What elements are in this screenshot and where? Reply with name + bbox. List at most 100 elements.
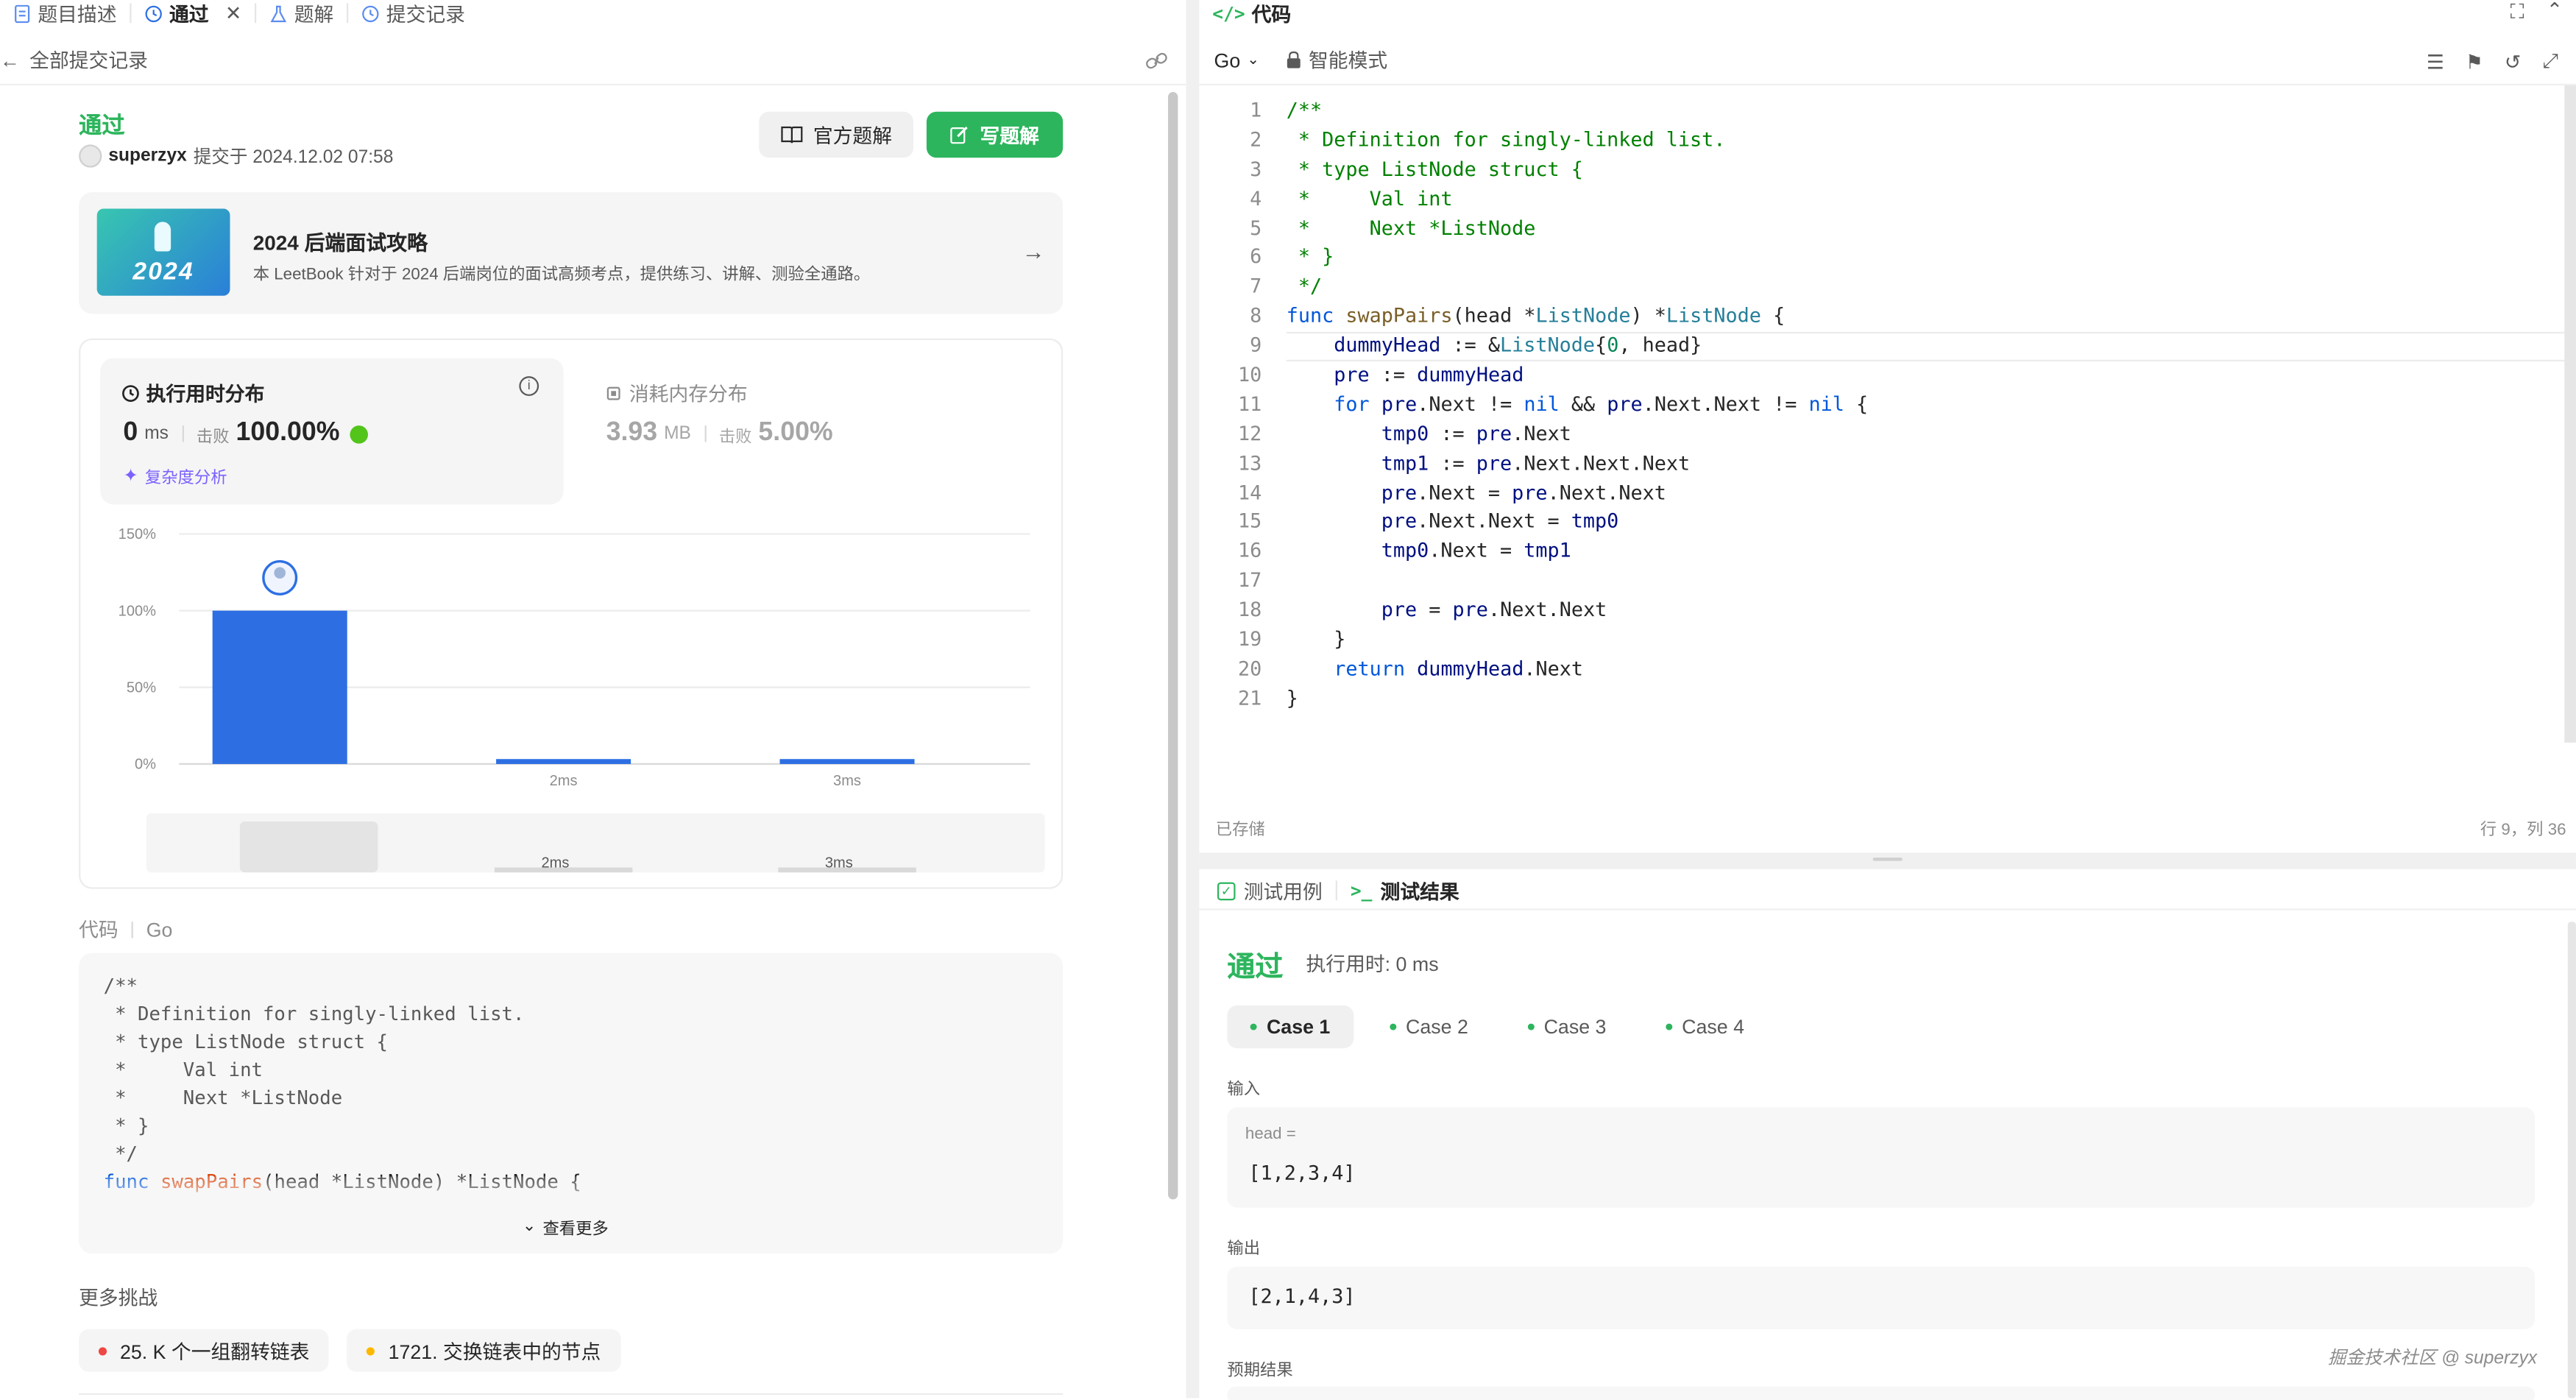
case-label: Case 1: [1266, 1015, 1331, 1039]
code-line[interactable]: 17: [1199, 568, 1868, 597]
tab-testcases[interactable]: ✓ 测试用例: [1217, 877, 1323, 905]
line-text: }: [1286, 686, 1298, 710]
case-tab[interactable]: Case 4: [1643, 1005, 1768, 1048]
editor-scrollbar[interactable]: [2564, 85, 2576, 743]
sprout-icon: [349, 424, 368, 443]
runtime-panel[interactable]: 执行用时分布 i 0 ms 击败 100.00% ✦ 复杂度分析: [100, 358, 564, 505]
runtime-stats: 0 ms 击败 100.00%: [123, 419, 368, 448]
line-text: /**: [1286, 98, 1323, 122]
line-text: tmp0 := pre.Next: [1381, 422, 1571, 445]
result-panel: ✓ 测试用例 >_ 测试结果 通过 执行用时: 0 ms Case 1 Case…: [1199, 869, 2576, 1400]
code-line[interactable]: 19 }: [1199, 626, 1868, 655]
line-number: 3: [1250, 157, 1262, 181]
scrollbar-thumb[interactable]: [1168, 91, 1178, 1200]
more-challenges-label: 更多挑战: [79, 1286, 158, 1309]
maximize-icon[interactable]: ⛶: [2510, 0, 2524, 24]
case-tab[interactable]: Case 2: [1366, 1005, 1491, 1048]
panel-splitter[interactable]: [1186, 0, 1200, 1399]
challenge-label: 25. K 个一组翻转链表: [119, 1340, 310, 1363]
code-line[interactable]: 4 * Val int: [1199, 185, 1868, 214]
result-scrollbar[interactable]: [2567, 922, 2576, 1399]
info-icon[interactable]: i: [519, 376, 539, 396]
line-number: 1: [1250, 98, 1262, 122]
complexity-analysis-link[interactable]: ✦ 复杂度分析: [123, 463, 227, 488]
pass-dot: [1527, 1023, 1535, 1030]
back-arrow-icon[interactable]: ←: [0, 49, 20, 71]
memory-stats: 3.93 MB 击败 5.00%: [606, 419, 833, 448]
line-text: * Next *ListNode: [1286, 216, 1536, 239]
code-line[interactable]: 5 * Next *ListNode: [1199, 214, 1868, 244]
code-line[interactable]: 14 pre.Next = pre.Next.Next: [1199, 479, 1868, 509]
tab-accepted[interactable]: 通过 ✕: [132, 0, 255, 27]
case-tab[interactable]: Case 1: [1227, 1005, 1354, 1049]
write-solution-button[interactable]: 写题解: [926, 111, 1064, 158]
difficulty-dot: [367, 1346, 375, 1355]
chevron-up-icon[interactable]: ⌃: [2547, 0, 2563, 21]
code-line[interactable]: 6 * }: [1199, 244, 1868, 273]
code-line[interactable]: 8 func swapPairs(head *ListNode) *ListNod…: [1199, 303, 1868, 332]
pass-dot: [1665, 1023, 1672, 1030]
tab-result[interactable]: >_ 测试结果: [1351, 877, 1459, 905]
code-line[interactable]: 16 tmp0.Next = tmp1: [1199, 538, 1868, 568]
editor-tab[interactable]: </> 代码: [1212, 0, 1291, 26]
challenge-item[interactable]: 25. K 个一组翻转链表: [79, 1329, 330, 1372]
code-line[interactable]: 7 */: [1199, 273, 1868, 303]
complexity-analysis-label: 复杂度分析: [144, 470, 227, 488]
memory-value: 3.93: [606, 419, 658, 448]
line-number: 16: [1237, 539, 1262, 563]
code-line[interactable]: 10 pre := dummyHead: [1199, 361, 1868, 391]
banner-description: 本 LeetBook 针对于 2024 后端岗位的面试高频考点，提供练习、讲解、…: [252, 266, 871, 285]
code-editor[interactable]: 1 /** 2 * Definition for singly-linked lis…: [1199, 85, 2576, 852]
banner-title: 2024 后端面试攻略: [252, 231, 428, 255]
line-number: 6: [1250, 245, 1262, 269]
leetbook-banner[interactable]: 2024 2024 后端面试攻略 本 LeetBook 针对于 2024 后端岗…: [79, 192, 1064, 314]
left-scrollbar[interactable]: [1167, 85, 1181, 1398]
bookmark-icon[interactable]: ⚑: [2466, 50, 2483, 73]
expand-icon[interactable]: ⤢: [2542, 49, 2558, 74]
tab-description[interactable]: 题目描述: [0, 0, 130, 27]
language-select[interactable]: Go ⌄: [1214, 49, 1260, 71]
horizontal-splitter[interactable]: [1199, 852, 2576, 869]
code-line[interactable]: 11 for pre.Next != nil && pre.Next.Next …: [1199, 391, 1868, 420]
code-line[interactable]: 20 return dummyHead.Next: [1199, 655, 1868, 685]
reset-icon[interactable]: ↺: [2505, 50, 2521, 73]
line-text: pre.Next = pre.Next.Next: [1381, 481, 1666, 504]
code-line[interactable]: 15 pre.Next.Next = tmp0: [1199, 509, 1868, 538]
code-line[interactable]: 13 tmp1 := pre.Next.Next.Next: [1199, 450, 1868, 479]
pass-dot: [1389, 1023, 1396, 1030]
case-tab[interactable]: Case 3: [1504, 1005, 1630, 1048]
tab-submissions[interactable]: 提交记录: [348, 0, 478, 27]
code-line[interactable]: 21}: [1199, 685, 1868, 714]
avatar[interactable]: [79, 144, 102, 168]
memory-beat-label: 击败: [718, 428, 752, 447]
output-field: [2,1,4,3]: [1227, 1266, 2536, 1329]
line-number: 21: [1237, 686, 1262, 710]
username[interactable]: superzyx: [108, 146, 186, 166]
right-panel: </> 代码 ⛶ ⌃ Go ⌄ 智能模式 ☰ ⚑ ↺ ⤢ 1 /** 2 * Def…: [1199, 0, 2576, 1400]
code-line[interactable]: 9 dummyHead := &ListNode{0, head}: [1199, 332, 1868, 361]
drag-handle[interactable]: [1872, 858, 1903, 861]
line-number: 7: [1250, 275, 1262, 298]
back-link[interactable]: 全部提交记录: [29, 46, 148, 74]
tab-solutions[interactable]: 题解: [256, 0, 347, 27]
line-number: 12: [1237, 422, 1262, 445]
view-more-button[interactable]: ⌄ 查看更多: [523, 1215, 609, 1239]
format-icon[interactable]: ☰: [2427, 50, 2444, 73]
x-tick-label: 3ms: [833, 773, 861, 789]
code-line[interactable]: 18 pre = pre.Next.Next: [1199, 597, 1868, 626]
line-text: * Definition for singly-linked list.: [1286, 127, 1726, 152]
code-line[interactable]: 12 tmp0 := pre.Next: [1199, 420, 1868, 450]
link-icon[interactable]: [1145, 51, 1168, 71]
submission-status: 通过: [79, 111, 125, 138]
code-line[interactable]: 3 * type ListNode struct {: [1199, 156, 1868, 185]
code-line[interactable]: 2 * Definition for singly-linked list.: [1199, 127, 1868, 156]
scrollbar-thumb[interactable]: [2564, 85, 2576, 743]
result-status: 通过: [1227, 951, 1284, 983]
smart-mode-toggle[interactable]: 智能模式: [1286, 46, 1387, 74]
memory-panel[interactable]: 消耗内存分布 3.93 MB 击败 5.00%: [583, 358, 1046, 505]
challenge-item[interactable]: 1721. 交换链表中的节点: [347, 1329, 621, 1372]
official-solution-button[interactable]: 官方题解: [759, 111, 914, 158]
close-icon[interactable]: ✕: [225, 1, 241, 24]
case-label: Case 3: [1543, 1015, 1607, 1039]
code-line[interactable]: 1 /**: [1199, 97, 1868, 127]
